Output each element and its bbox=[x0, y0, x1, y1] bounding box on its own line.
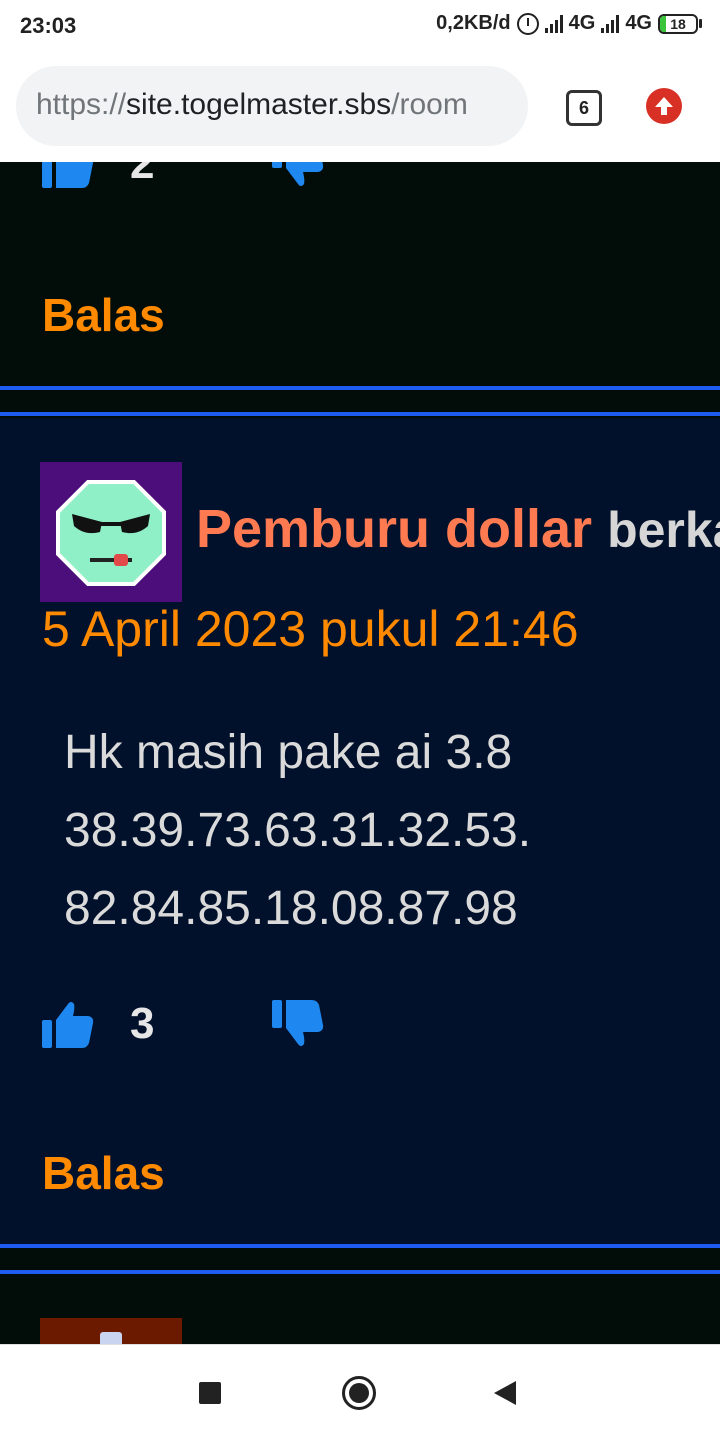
comment-date[interactable]: 5 April 2023 pukul 21:46 bbox=[42, 600, 579, 658]
alarm-icon bbox=[516, 12, 539, 35]
divider bbox=[0, 412, 720, 416]
url-bar[interactable]: https://site.togelmaster.sbs/room bbox=[16, 66, 528, 146]
avatar bbox=[40, 462, 182, 602]
arrow-up-icon[interactable] bbox=[646, 88, 682, 124]
avatar-glyph bbox=[100, 1332, 122, 1344]
home-icon[interactable] bbox=[342, 1376, 376, 1410]
previous-comment: 2 Balas bbox=[0, 162, 720, 386]
octagon-face-avatar bbox=[56, 480, 166, 586]
divider-gap bbox=[0, 390, 720, 412]
like-count: 2 bbox=[130, 162, 155, 188]
url-scheme: https:// bbox=[36, 88, 127, 121]
signal-icon bbox=[544, 14, 563, 33]
comment-line: 38.39.73.63.31.32.53. bbox=[64, 804, 532, 857]
web-page: 2 Balas Pemburu dollar berkata: 5 Apri bbox=[0, 162, 720, 1344]
network-label-1: 4G bbox=[568, 12, 596, 34]
comment-author-line: Pemburu dollar berkata: bbox=[196, 498, 720, 560]
battery-level: 18 bbox=[670, 15, 686, 32]
comment: Pemburu dollar berkata: 5 April 2023 puk… bbox=[0, 418, 720, 1244]
comment-line: 82.84.85.18.08.87.98 bbox=[64, 882, 518, 935]
status-bar: 23:03 0,2KB/d 4G 4G 18 bbox=[0, 0, 720, 52]
url-path: /room bbox=[391, 88, 468, 121]
avatar bbox=[40, 1318, 182, 1344]
thumbs-up-icon[interactable] bbox=[40, 162, 96, 192]
data-rate: 0,2KB/d bbox=[436, 12, 511, 34]
url-text[interactable]: https://site.togelmaster.sbs/room bbox=[36, 88, 468, 122]
thumbs-down-icon[interactable] bbox=[270, 996, 326, 1052]
thumbs-down-icon[interactable] bbox=[270, 162, 326, 192]
divider-gap bbox=[0, 1248, 720, 1270]
status-time: 23:03 bbox=[20, 13, 77, 38]
comment-author-suffix: berkata: bbox=[607, 502, 720, 558]
comment-line: Hk masih pake ai 3.8 bbox=[64, 726, 513, 779]
comment-body: Hk masih pake ai 3.8 38.39.73.63.31.32.5… bbox=[64, 714, 684, 948]
network-label-2: 4G bbox=[625, 12, 652, 34]
reply-link[interactable]: Balas bbox=[42, 1146, 165, 1200]
back-icon[interactable] bbox=[494, 1381, 516, 1405]
next-comment bbox=[0, 1276, 720, 1344]
recent-apps-icon[interactable] bbox=[199, 1382, 221, 1404]
like-count: 3 bbox=[130, 999, 155, 1048]
status-icons: 0,2KB/d 4G 4G 18 bbox=[436, 12, 702, 35]
thumbs-up-icon[interactable] bbox=[40, 996, 96, 1052]
vote-row: 3 bbox=[40, 996, 326, 1052]
signal-icon bbox=[601, 14, 620, 33]
battery-icon: 18 bbox=[658, 13, 702, 34]
url-host: site.togelmaster.sbs bbox=[126, 88, 392, 121]
comment-author[interactable]: Pemburu dollar bbox=[196, 499, 592, 559]
tab-switcher-button[interactable]: 6 bbox=[566, 90, 602, 126]
battery-fill bbox=[660, 15, 667, 32]
divider bbox=[0, 1270, 720, 1274]
navigation-bar bbox=[0, 1344, 720, 1440]
reply-link[interactable]: Balas bbox=[42, 288, 165, 342]
browser-toolbar: https://site.togelmaster.sbs/room 6 bbox=[0, 52, 720, 162]
vote-row: 2 bbox=[40, 162, 326, 192]
